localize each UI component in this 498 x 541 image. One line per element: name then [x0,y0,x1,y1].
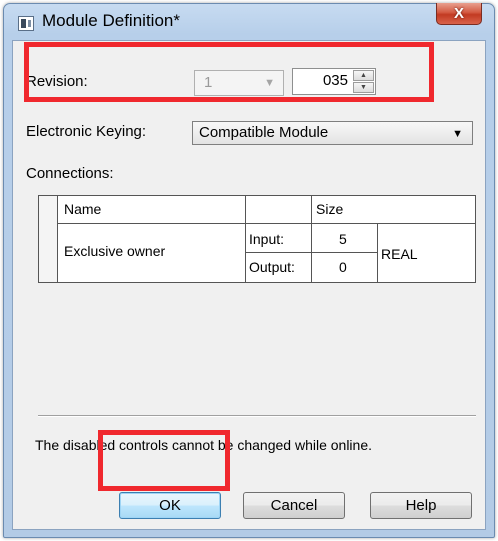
header-name[interactable]: Name [64,201,101,217]
row-header[interactable] [39,196,57,282]
electronic-keying-value: Compatible Module [199,124,329,141]
input-size-cell[interactable]: 5 [339,231,347,247]
app-icon [18,16,34,31]
row-divider [245,252,377,253]
connection-name-cell[interactable]: Exclusive owner [64,243,165,259]
cancel-button[interactable]: Cancel [243,492,345,519]
ok-button[interactable]: OK [119,492,221,519]
connections-label: Connections: [26,165,114,182]
data-type-cell[interactable]: REAL [381,246,418,262]
title-bar[interactable]: Module Definition* X [4,3,494,40]
footer-separator [38,415,476,417]
header-size[interactable]: Size [316,201,343,217]
window-title: Module Definition* [42,11,180,30]
chevron-down-icon[interactable]: ▼ [452,128,463,140]
header-divider [39,223,475,224]
connections-table: Name Size Exclusive owner Input: 5 Outpu… [38,195,476,283]
column-divider [377,224,378,282]
revision-highlight-box [24,42,434,102]
ok-highlight-box [98,430,230,491]
close-button[interactable]: X [436,3,482,25]
column-divider [311,196,312,282]
electronic-keying-select[interactable]: Compatible Module ▼ [192,121,473,145]
electronic-keying-label: Electronic Keying: [26,123,147,140]
column-divider [245,196,246,282]
output-size-cell[interactable]: 0 [339,259,347,275]
dialog-body: Revision: 1 ▼ 035 ▲ ▼ Electronic Keying:… [12,40,486,530]
help-button[interactable]: Help [370,492,472,519]
close-icon: X [453,5,464,22]
output-label: Output: [249,259,295,275]
row-header-divider [57,196,58,282]
input-label: Input: [249,231,285,247]
